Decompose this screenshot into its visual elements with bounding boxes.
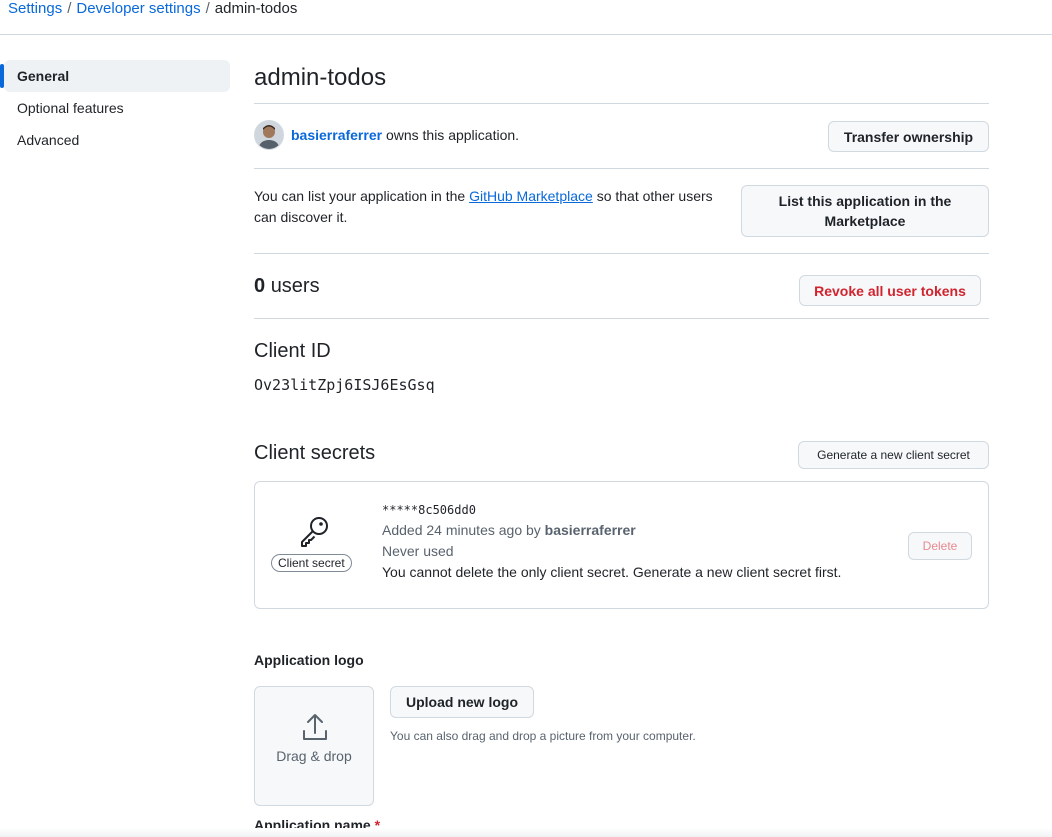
owner-suffix: owns this application. <box>385 127 520 143</box>
avatar[interactable] <box>254 120 284 150</box>
page-title: admin-todos <box>254 64 387 91</box>
dropzone-label: Drag & drop <box>276 748 352 764</box>
client-id-heading: Client ID <box>254 340 331 362</box>
client-secret-card: Client secret *****8c506dd0 Added 24 min… <box>254 481 989 609</box>
client-secret-added: Added 24 minutes ago by basierraferrer <box>382 522 636 538</box>
owner-username[interactable]: basierraferrer <box>291 127 382 143</box>
client-secret-badge: Client secret <box>271 554 352 572</box>
breadcrumb-developer-settings[interactable]: Developer settings <box>76 0 200 17</box>
sidebar-item-general[interactable]: General <box>0 60 230 92</box>
sidebar: General Optional features Advanced <box>0 60 230 156</box>
divider <box>254 318 989 319</box>
application-logo-heading: Application logo <box>254 652 364 668</box>
marketplace-text-before: You can list your application in the <box>254 188 466 204</box>
divider <box>254 253 989 254</box>
bottom-shadow <box>0 828 1052 837</box>
list-in-marketplace-button[interactable]: List this application in the Marketplace <box>741 185 989 237</box>
marketplace-description: You can list your application in the Git… <box>254 186 739 228</box>
client-secret-added-by: basierraferrer <box>544 522 636 538</box>
delete-secret-button[interactable]: Delete <box>908 532 972 560</box>
divider <box>254 168 989 169</box>
client-secret-usage: Never used <box>382 543 454 559</box>
logo-hint: You can also drag and drop a picture fro… <box>390 729 696 743</box>
divider <box>254 103 989 104</box>
users-count-number: 0 <box>254 275 266 297</box>
client-secret-note: You cannot delete the only client secret… <box>382 564 842 580</box>
client-secrets-heading: Client secrets <box>254 442 376 464</box>
client-secret-added-prefix: Added 24 minutes ago by <box>382 522 541 538</box>
users-count: 0 users <box>254 275 320 298</box>
client-id-value: Ov23litZpj6ISJ6EsGsq <box>254 376 435 394</box>
transfer-ownership-button[interactable]: Transfer ownership <box>828 121 989 152</box>
client-secret-masked: *****8c506dd0 <box>382 503 476 517</box>
breadcrumb-separator: / <box>67 0 72 17</box>
github-marketplace-link[interactable]: GitHub Marketplace <box>469 188 593 204</box>
logo-dropzone[interactable]: Drag & drop <box>254 686 374 806</box>
generate-client-secret-button[interactable]: Generate a new client secret <box>798 441 989 469</box>
breadcrumb: Settings / Developer settings / admin-todos <box>8 0 297 17</box>
breadcrumb-current: admin-todos <box>214 0 298 17</box>
user-avatar-icon <box>255 121 283 149</box>
users-count-label: users <box>270 275 320 297</box>
list-button-line2: Marketplace <box>824 213 906 229</box>
header-divider <box>0 34 1052 35</box>
upload-new-logo-button[interactable]: Upload new logo <box>390 686 534 718</box>
revoke-all-user-tokens-button[interactable]: Revoke all user tokens <box>799 275 981 306</box>
sidebar-item-advanced[interactable]: Advanced <box>0 124 230 156</box>
breadcrumb-separator: / <box>205 0 210 17</box>
list-button-line1: List this application in the <box>778 193 952 209</box>
upload-icon <box>303 714 327 740</box>
breadcrumb-settings[interactable]: Settings <box>8 0 62 17</box>
owner-text: basierraferrer owns this application. <box>291 127 519 143</box>
key-icon <box>301 517 328 547</box>
sidebar-item-optional-features[interactable]: Optional features <box>0 92 230 124</box>
